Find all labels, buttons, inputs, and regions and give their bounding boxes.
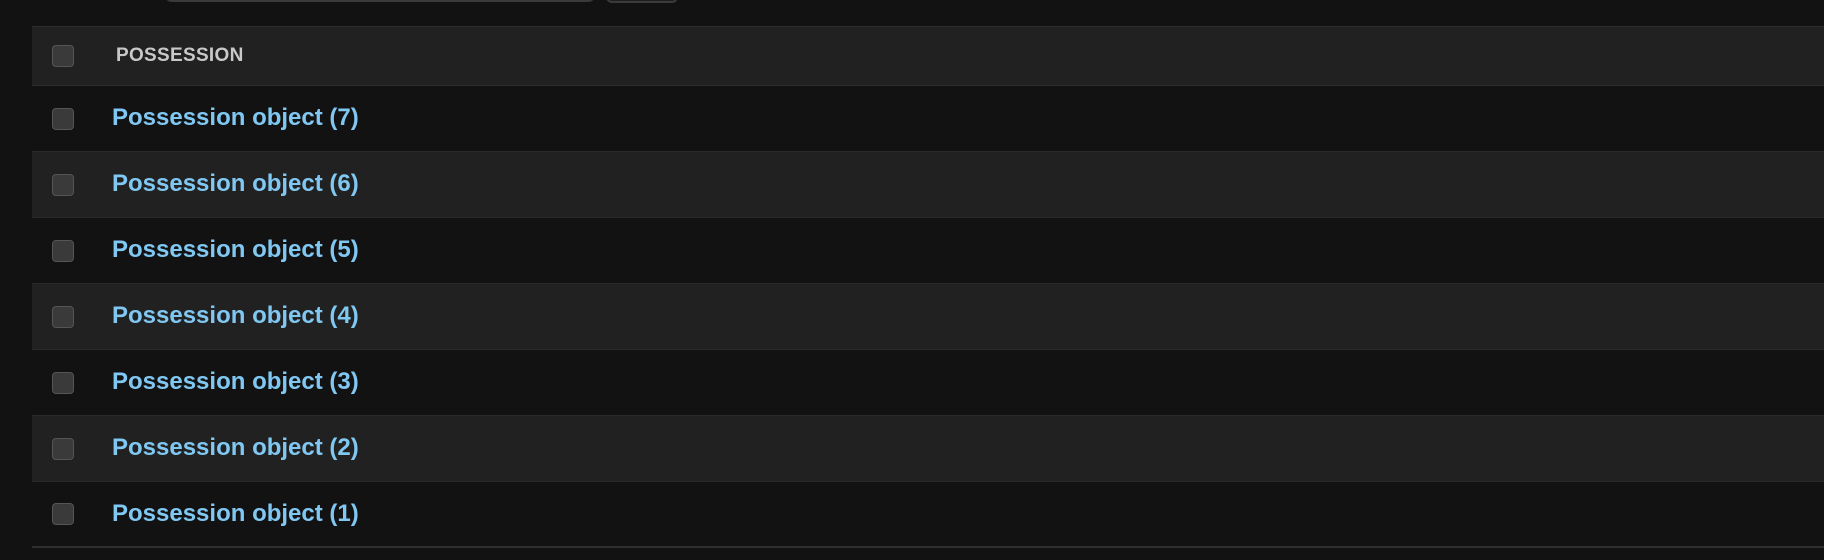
- row-link[interactable]: Possession object (6): [112, 152, 359, 216]
- row-checkbox[interactable]: [52, 107, 74, 130]
- table-row: Possession object (4): [32, 284, 1824, 350]
- row-checkbox[interactable]: [52, 371, 74, 394]
- row-link[interactable]: Possession object (1): [112, 482, 359, 546]
- admin-changelist: POSSESSION Possession object (7) Possess…: [0, 0, 1824, 560]
- select-all-checkbox[interactable]: [52, 45, 74, 67]
- row-checkbox[interactable]: [52, 305, 74, 328]
- row-link[interactable]: Possession object (7): [112, 86, 359, 150]
- table-row: Possession object (2): [32, 416, 1824, 482]
- table-row: Possession object (1): [32, 482, 1824, 548]
- row-checkbox[interactable]: [52, 503, 74, 525]
- table-row: Possession object (7): [32, 86, 1824, 152]
- table-row: Possession object (3): [32, 350, 1824, 416]
- table-header: POSSESSION: [32, 27, 1824, 86]
- row-link[interactable]: Possession object (5): [112, 218, 359, 282]
- row-link[interactable]: Possession object (4): [112, 284, 359, 348]
- results-table: POSSESSION Possession object (7) Possess…: [32, 26, 1824, 548]
- row-link[interactable]: Possession object (3): [112, 350, 359, 414]
- table-row: Possession object (6): [32, 152, 1824, 218]
- row-checkbox[interactable]: [52, 239, 74, 262]
- row-link[interactable]: Possession object (2): [112, 416, 359, 480]
- row-checkbox[interactable]: [52, 173, 74, 196]
- search-input[interactable]: [164, 0, 596, 2]
- table-row: Possession object (5): [32, 218, 1824, 284]
- column-header-possession[interactable]: POSSESSION: [116, 27, 244, 84]
- search-button[interactable]: [606, 0, 678, 3]
- row-checkbox[interactable]: [52, 437, 74, 460]
